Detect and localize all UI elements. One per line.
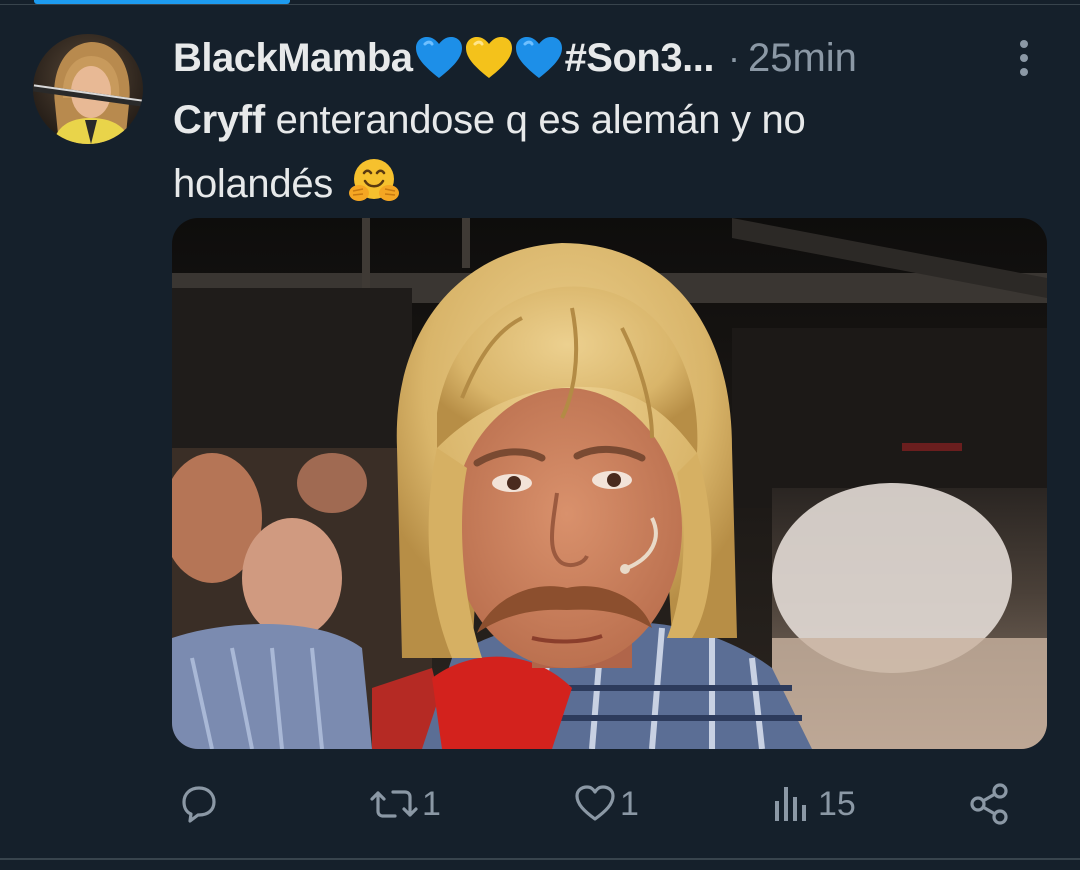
- author-avatar[interactable]: [33, 34, 143, 144]
- reply-button[interactable]: [176, 780, 224, 828]
- views-icon: [775, 787, 806, 821]
- tweet-header: BlackMamba #Son3... · 25min: [173, 33, 1003, 83]
- like-count: 1: [620, 784, 639, 823]
- author-display-name[interactable]: BlackMamba: [173, 36, 413, 81]
- views-count: 15: [818, 784, 856, 823]
- more-vertical-icon: [1020, 40, 1028, 76]
- views-button[interactable]: 15: [770, 780, 856, 828]
- top-divider: [0, 4, 1080, 5]
- hugging-face-emoji: [348, 159, 399, 201]
- retweet-count: 1: [422, 784, 441, 823]
- media-photo: [172, 218, 1047, 749]
- tweet-text: Cryff enterandose q es alemán y no holan…: [173, 88, 993, 216]
- header-separator: ·: [727, 37, 740, 78]
- tweet-text-bold-name: Cryff: [173, 98, 265, 142]
- blue-heart-emoji: [515, 37, 562, 78]
- share-icon: [970, 783, 1008, 825]
- share-button[interactable]: [966, 780, 1014, 828]
- bottom-divider: [0, 858, 1080, 860]
- author-name-hashtag[interactable]: #Son3...: [565, 36, 715, 81]
- name-emojis: [415, 36, 563, 80]
- tweet-view: BlackMamba #Son3... · 25min Cryff entera…: [0, 0, 1080, 870]
- tweet-text-line1: enterandose q es alemán y no: [264, 98, 806, 142]
- yellow-heart-emoji: [465, 37, 512, 78]
- more-options-button[interactable]: [1004, 36, 1044, 80]
- like-button[interactable]: 1: [572, 780, 639, 828]
- retweet-button[interactable]: 1: [368, 780, 441, 828]
- tweet-text-line2: holandés: [173, 162, 333, 206]
- tweet-media-photo[interactable]: [172, 218, 1047, 749]
- blue-heart-emoji: [415, 37, 462, 78]
- retweet-icon: [370, 790, 418, 818]
- heart-icon: [575, 785, 615, 821]
- avatar-photo: [33, 34, 143, 144]
- reply-icon: [182, 786, 216, 823]
- tweet-timestamp[interactable]: 25min: [748, 36, 857, 81]
- tweet-actions-bar: 1 1 15: [172, 772, 1032, 836]
